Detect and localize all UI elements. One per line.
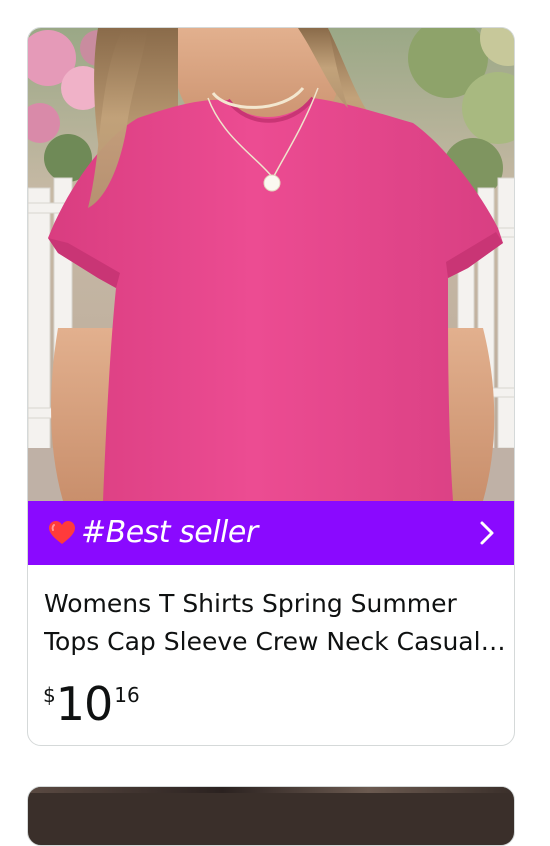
product-image[interactable] <box>28 28 515 501</box>
product-title[interactable]: Womens T Shirts Spring Summer Tops Cap S… <box>44 585 506 661</box>
next-product-image[interactable] <box>28 787 514 793</box>
heart-icon <box>47 519 77 547</box>
best-seller-label: #Best seller <box>81 515 258 550</box>
chevron-right-icon[interactable] <box>476 519 498 547</box>
price-whole: 10 <box>55 677 114 731</box>
price-fraction: 16 <box>114 683 140 707</box>
product-price: $ 10 16 <box>43 676 140 732</box>
product-card[interactable]: #Best seller Womens T Shirts Spring Summ… <box>27 27 515 746</box>
price-symbol: $ <box>43 683 56 707</box>
next-product-card[interactable] <box>27 786 515 846</box>
best-seller-badge[interactable]: #Best seller <box>28 501 514 565</box>
